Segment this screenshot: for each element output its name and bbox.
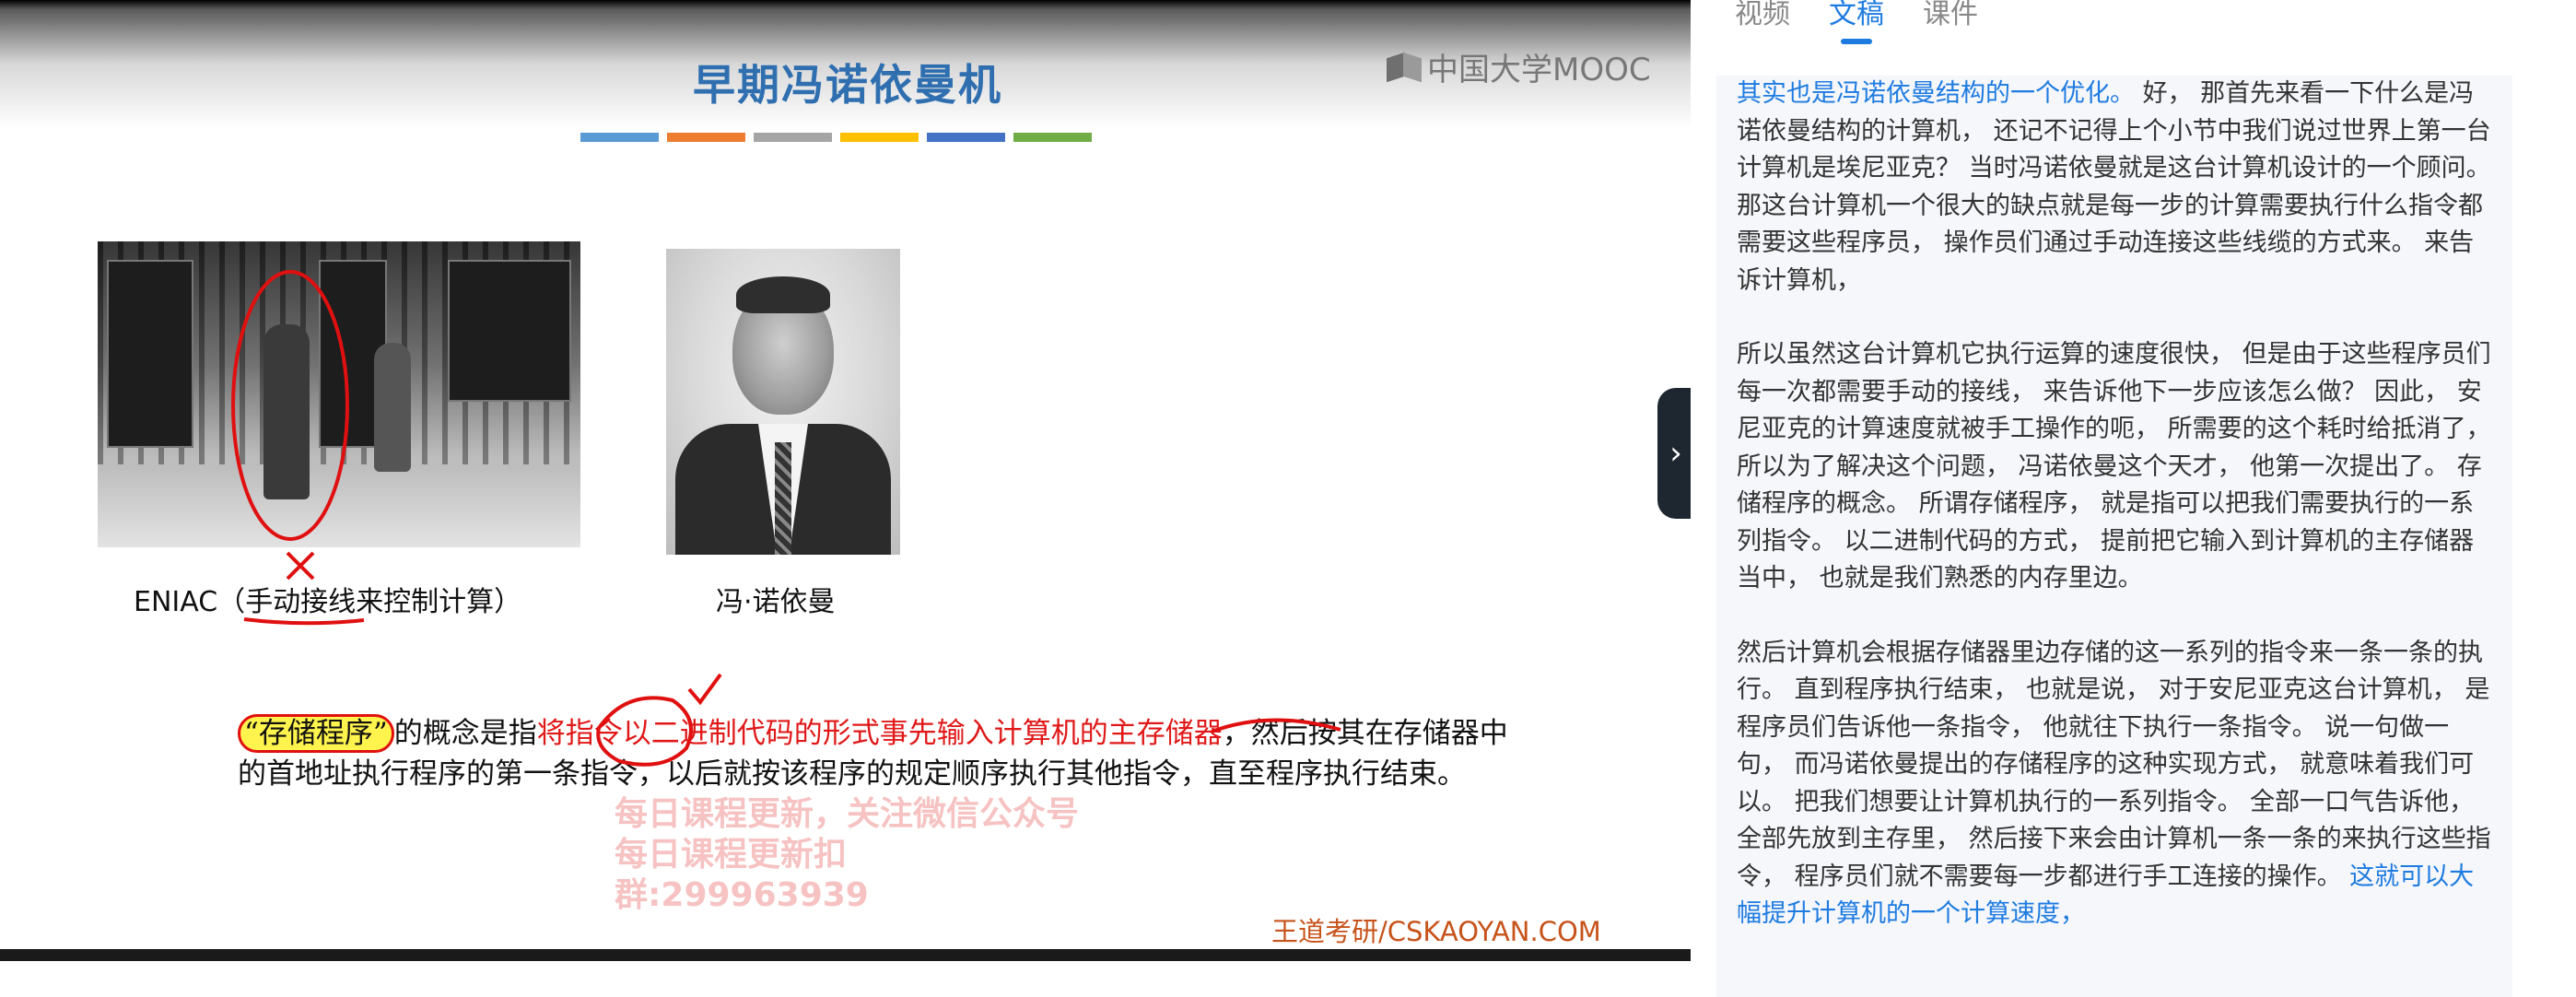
tab-courseware[interactable]: 课件 [1923,0,1978,44]
annotation-checkmark [687,673,722,706]
stored-program-term: “存储程序” [238,714,394,753]
mooc-logo-text: 中国大学MOOC [1427,52,1651,88]
annotation-cross [286,551,315,581]
title-color-bars [580,133,1092,142]
transcript-sentence[interactable]: 然后计算机会根据存储器里边存储的这一系列的指令来一条一条的执行。 直到程序执行结… [1737,639,2491,891]
eniac-operator [374,343,411,472]
von-neumann-portrait [666,249,900,555]
transcript-paragraph: 然后计算机会根据存储器里边存储的这一系列的指令来一条一条的执行。 直到程序执行结… [1737,635,2492,933]
eniac-panel [107,260,193,448]
title-bar-segment [1013,133,1092,142]
mooc-book-icon [1387,52,1423,83]
title-bar-segment [580,133,659,142]
portrait-hair [736,276,830,313]
title-bar-segment [840,133,919,142]
stored-program-definition: “存储程序” 的概念是指将指令以二进制代码的形式事先输入计算机的主存储器，然后按其… [238,713,1518,794]
eniac-caption-underlined: 手动接线 [245,586,357,618]
watermark-line: 每日课程更新，关注微信公众号 [615,795,1080,833]
transcript-content[interactable]: 其实也是冯诺依曼结构的一个优化。 好， 那首先来看一下什么是冯诺依曼结构的计算机… [1716,76,2512,997]
side-panel: 视频 文稿 课件 其实也是冯诺依曼结构的一个优化。 好， 那首先来看一下什么是冯… [1691,0,2576,997]
transcript-sentence[interactable]: 所以虽然这台计算机它执行运算的速度很快， 但是由于这些程序员们每一次都需要手动的… [1737,340,2491,592]
transcript-sentence[interactable]: 好， 那首先来看一下什么是冯诺依曼结构的计算机， 还记不记得上个小节中我们说过世… [1737,79,2491,295]
footer-brand: 王道考研/CSKAOYAN.COM [1271,916,1601,947]
eniac-photo [98,241,580,547]
tab-video[interactable]: 视频 [1735,0,1790,44]
eniac-caption: ENIAC（手动接线来控制计算） [134,579,521,619]
video-progress-bar[interactable] [0,949,1691,961]
panel-tabs: 视频 文稿 课件 [1735,0,1978,44]
annotation-underline-caption [243,617,365,626]
eniac-caption-suffix: 来控制计算） [356,586,522,618]
chevron-right-icon: › [1669,435,1682,472]
transcript-paragraph: 其实也是冯诺依曼结构的一个优化。 好， 那首先来看一下什么是冯诺依曼结构的计算机… [1737,76,2492,299]
collapse-panel-button[interactable]: › [1657,388,1694,519]
transcript-paragraph: 所以虽然这台计算机它执行运算的速度很快， 但是由于这些程序员们每一次都需要手动的… [1737,336,2492,598]
title-bar-segment [754,133,832,142]
tab-transcript[interactable]: 文稿 [1829,0,1884,44]
definition-key-phrase: 将指令以二进制代码的形式事先输入计算机的主存储器 [536,717,1223,750]
transcript-current-sentence[interactable]: 其实也是冯诺依曼结构的一个优化。 [1737,79,2135,108]
video-player[interactable]: 早期冯诺依曼机 中国大学MOOC ENIAC（手动接线来控制计算） 冯·诺依曼 … [0,0,1691,961]
watermark: 每日课程更新，关注微信公众号 每日课程更新扣群:299963939 [615,794,1094,916]
definition-text: 的概念是指 [393,717,537,750]
portrait-tie [775,442,791,555]
title-bar-segment [667,133,745,142]
eniac-panel [448,260,571,402]
von-neumann-caption: 冯·诺依曼 [716,586,836,618]
eniac-operator [263,324,310,499]
title-bar-segment [927,133,1005,142]
lecture-slide: 早期冯诺依曼机 中国大学MOOC ENIAC（手动接线来控制计算） 冯·诺依曼 … [0,0,1691,949]
slide-title: 早期冯诺依曼机 [693,60,1002,110]
watermark-line: 每日课程更新扣群:299963939 [615,836,869,914]
mooc-logo: 中国大学MOOC [1387,44,1651,89]
eniac-floor [98,464,580,547]
eniac-caption-prefix: ENIAC（ [134,586,246,618]
